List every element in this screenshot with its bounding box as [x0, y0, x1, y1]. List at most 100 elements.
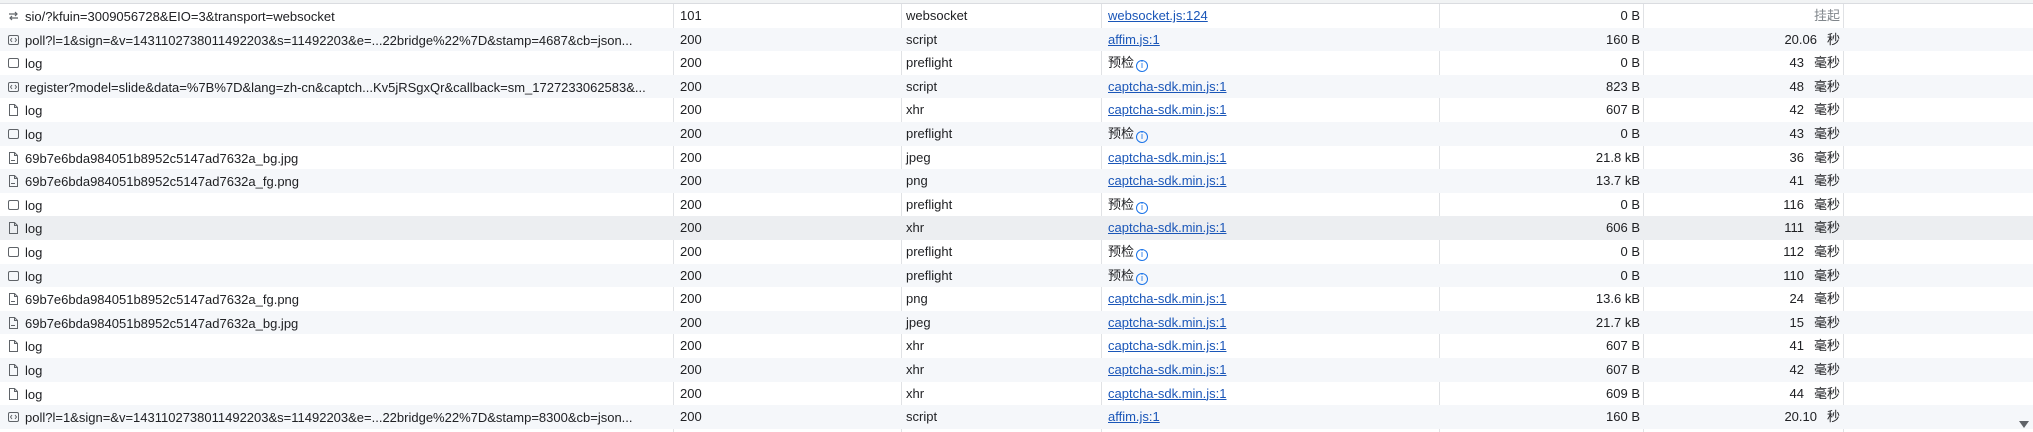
request-name-cell[interactable]: log: [0, 51, 674, 75]
request-name[interactable]: log: [25, 245, 42, 260]
time-cell: 110 毫秒: [1644, 264, 1844, 288]
table-row[interactable]: 69b7e6bda984051b8952c5147ad7632a_fg.png …: [0, 287, 2033, 311]
initiator-cell: 预检 i: [1102, 193, 1440, 217]
vertical-scrollbar[interactable]: [2019, 4, 2033, 432]
request-name[interactable]: 69b7e6bda984051b8952c5147ad7632a_bg.jpg: [25, 150, 298, 165]
type-cell: script: [906, 31, 938, 47]
request-name[interactable]: sio/?kfuin=3009056728&EIO=3&transport=we…: [25, 9, 335, 24]
request-name-cell[interactable]: log: [0, 358, 674, 382]
document-icon: [8, 387, 19, 400]
initiator-link[interactable]: affim.js:1: [1108, 409, 1160, 424]
table-row[interactable]: log 200 preflight 预检 i 0 B 110 毫秒: [0, 263, 2033, 288]
table-row[interactable]: log 200 preflight 预检 i 0 B 116 毫秒: [0, 193, 2033, 217]
request-name[interactable]: poll?l=1&sign=&v=1431102738011492203&s=1…: [25, 410, 633, 425]
request-name-cell[interactable]: 69b7e6bda984051b8952c5147ad7632a_bg.jpg: [0, 146, 674, 170]
initiator-link[interactable]: captcha-sdk.min.js:1: [1108, 386, 1227, 401]
time-value: 43: [1789, 125, 1804, 141]
table-row[interactable]: poll?l=1&sign=&v=1431102738011492203&s=1…: [0, 405, 2033, 429]
request-name-cell[interactable]: log: [0, 98, 674, 122]
request-name-cell[interactable]: poll?l=1&sign=&v=1431102738011492203&s=1…: [0, 405, 674, 429]
request-name[interactable]: log: [25, 386, 42, 401]
table-row[interactable]: log 200 xhr captcha-sdk.min.js:1 606 B 1…: [0, 216, 2033, 240]
initiator-cell: 预检 i: [1102, 240, 1440, 264]
initiator-cell: captcha-sdk.min.js:1: [1102, 311, 1440, 335]
request-name[interactable]: log: [25, 127, 42, 142]
initiator-link[interactable]: websocket.js:124: [1108, 8, 1208, 23]
time-value: 41: [1789, 173, 1804, 189]
request-name[interactable]: 69b7e6bda984051b8952c5147ad7632a_bg.jpg: [25, 315, 298, 330]
initiator-link[interactable]: captcha-sdk.min.js:1: [1108, 150, 1227, 165]
size-cell: 823 B: [1606, 78, 1640, 94]
table-row[interactable]: log 200 xhr captcha-sdk.min.js:1 607 B 4…: [0, 334, 2033, 358]
request-name-cell[interactable]: 69b7e6bda984051b8952c5147ad7632a_fg.png: [0, 287, 674, 311]
request-name[interactable]: 69b7e6bda984051b8952c5147ad7632a_fg.png: [25, 174, 299, 189]
status-cell: 200: [680, 196, 702, 212]
request-name-cell[interactable]: sio/?kfuin=3009056728&EIO=3&transport=we…: [0, 4, 674, 28]
request-name-cell[interactable]: log: [0, 193, 674, 217]
time-value: 24: [1789, 291, 1804, 307]
info-icon[interactable]: i: [1136, 201, 1149, 214]
time-cell: 42 毫秒: [1644, 98, 1844, 122]
table-row[interactable]: sio/?kfuin=3009056728&EIO=3&transport=we…: [0, 4, 2033, 28]
request-name[interactable]: register?model=slide&data=%7B%7D&lang=zh…: [25, 80, 646, 95]
request-name[interactable]: log: [25, 103, 42, 118]
request-name[interactable]: log: [25, 198, 42, 213]
table-row[interactable]: 69b7e6bda984051b8952c5147ad7632a_bg.jpg …: [0, 310, 2033, 335]
preflight-label: 预检: [1108, 125, 1135, 141]
scroll-down-arrow-icon[interactable]: [2019, 421, 2029, 428]
initiator-link[interactable]: captcha-sdk.min.js:1: [1108, 102, 1227, 117]
request-name[interactable]: log: [25, 221, 42, 236]
initiator-link[interactable]: captcha-sdk.min.js:1: [1108, 173, 1227, 188]
table-row[interactable]: 69b7e6bda984051b8952c5147ad7632a_bg.jpg …: [0, 146, 2033, 170]
info-icon[interactable]: i: [1136, 248, 1149, 261]
info-icon[interactable]: i: [1136, 130, 1149, 143]
request-name[interactable]: log: [25, 363, 42, 378]
preflight-icon: [8, 246, 19, 258]
status-cell: 200: [680, 385, 702, 401]
request-name-cell[interactable]: 69b7e6bda984051b8952c5147ad7632a_bg.jpg: [0, 311, 674, 335]
request-name-cell[interactable]: log: [0, 122, 674, 146]
initiator-link[interactable]: captcha-sdk.min.js:1: [1108, 362, 1227, 377]
request-name-cell[interactable]: log: [0, 264, 674, 288]
table-row[interactable]: log 200 xhr captcha-sdk.min.js:1 609 B 4…: [0, 382, 2033, 406]
request-name[interactable]: log: [25, 56, 42, 71]
table-row[interactable]: poll?l=1&sign=&v=1431102738011492203&s=1…: [0, 27, 2033, 52]
type-cell: jpeg: [906, 314, 931, 330]
table-row[interactable]: log 200 xhr captcha-sdk.min.js:1 607 B 4…: [0, 98, 2033, 122]
table-row[interactable]: 69b7e6bda984051b8952c5147ad7632a_fg.png …: [0, 169, 2033, 193]
table-row[interactable]: log 200 preflight 预检 i 0 B 43 毫秒: [0, 51, 2033, 75]
table-row[interactable]: register?model=slide&data=%7B%7D&lang=zh…: [0, 74, 2033, 99]
initiator-link[interactable]: captcha-sdk.min.js:1: [1108, 291, 1227, 306]
size-cell: 0 B: [1620, 55, 1640, 71]
request-name[interactable]: log: [25, 339, 42, 354]
initiator-cell: 预检 i: [1102, 122, 1440, 146]
info-icon[interactable]: i: [1136, 272, 1149, 285]
request-name-cell[interactable]: 69b7e6bda984051b8952c5147ad7632a_fg.png: [0, 169, 674, 193]
initiator-link[interactable]: captcha-sdk.min.js:1: [1108, 79, 1227, 94]
initiator-link[interactable]: captcha-sdk.min.js:1: [1108, 315, 1227, 330]
time-cell: 43 毫秒: [1644, 51, 1844, 75]
info-icon[interactable]: i: [1136, 60, 1149, 73]
request-name[interactable]: log: [25, 268, 42, 283]
request-name-cell[interactable]: register?model=slide&data=%7B%7D&lang=zh…: [0, 75, 674, 99]
request-name-cell[interactable]: log: [0, 240, 674, 264]
table-row[interactable]: log 200 preflight 预检 i 0 B 43 毫秒: [0, 121, 2033, 146]
initiator-link[interactable]: affim.js:1: [1108, 32, 1160, 47]
document-icon: [8, 104, 19, 117]
request-name-cell[interactable]: log: [0, 216, 674, 240]
request-name-cell[interactable]: poll?l=1&sign=&v=1431102738011492203&s=1…: [0, 28, 674, 52]
type-cell: script: [906, 78, 938, 94]
initiator-cell: captcha-sdk.min.js:1: [1102, 287, 1440, 311]
initiator-link[interactable]: captcha-sdk.min.js:1: [1108, 220, 1227, 235]
request-name[interactable]: poll?l=1&sign=&v=1431102738011492203&s=1…: [25, 32, 633, 47]
size-cell: 0 B: [1620, 196, 1640, 212]
initiator-link[interactable]: captcha-sdk.min.js:1: [1108, 338, 1227, 353]
request-name-cell[interactable]: log: [0, 382, 674, 406]
table-row[interactable]: log 200 xhr captcha-sdk.min.js:1 607 B 4…: [0, 357, 2033, 382]
table-row[interactable]: log 200 preflight 预检 i 0 B 112 毫秒: [0, 240, 2033, 264]
time-unit: 毫秒: [1813, 338, 1840, 354]
script-icon: [8, 34, 19, 46]
type-cell: jpeg: [906, 149, 931, 165]
request-name-cell[interactable]: log: [0, 334, 674, 358]
request-name[interactable]: 69b7e6bda984051b8952c5147ad7632a_fg.png: [25, 292, 299, 307]
